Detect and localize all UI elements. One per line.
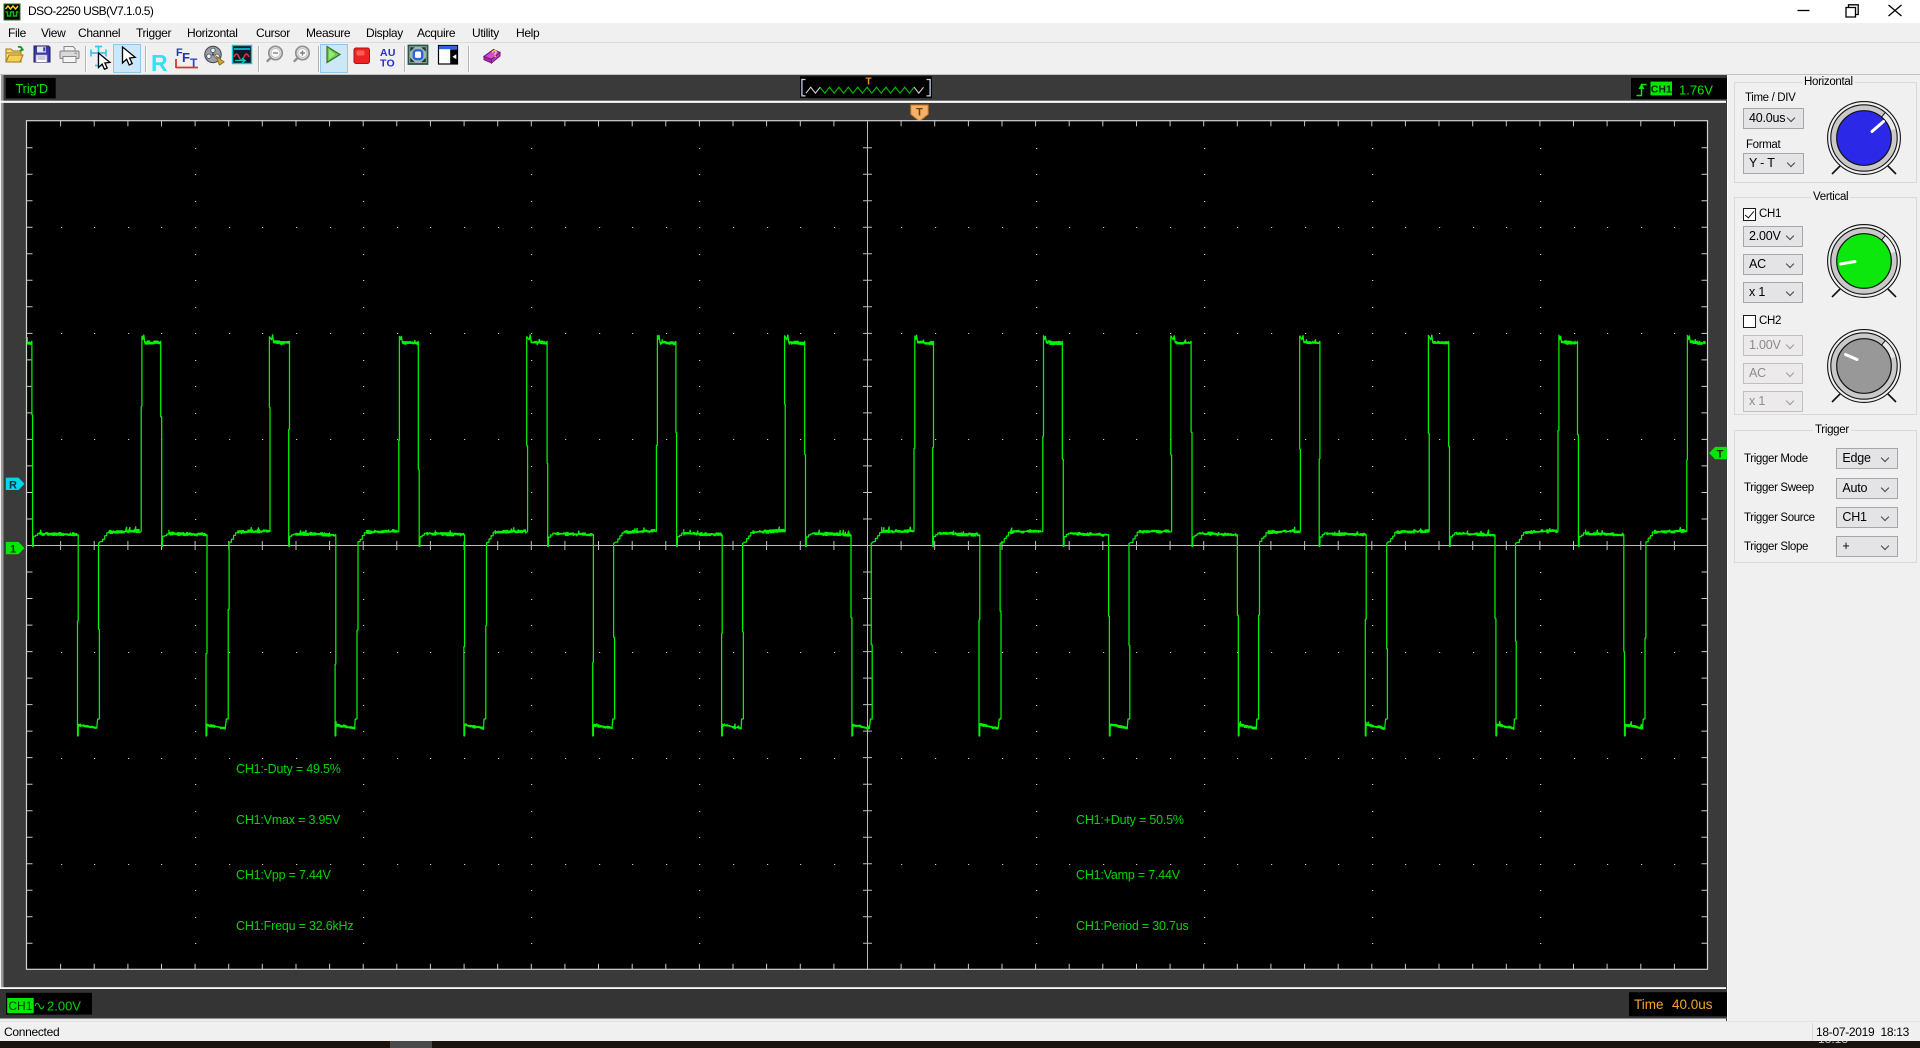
svg-text:CH1:-Duty = 49.5%: CH1:-Duty = 49.5% [236,762,341,776]
svg-text:T: T [866,77,872,88]
svg-text:2.00V: 2.00V [47,999,81,1014]
svg-text:CH1:Frequ = 32.6kHz: CH1:Frequ = 32.6kHz [236,919,353,933]
svg-text:CH1:Vpp = 7.44V: CH1:Vpp = 7.44V [236,868,331,882]
svg-text:CH1: CH1 [1651,83,1672,95]
svg-text:TO: TO [380,58,395,70]
svg-text:40.0us: 40.0us [1672,997,1713,1012]
svg-text:F: F [182,50,190,65]
svg-text:T: T [1717,448,1724,460]
svg-text:CH1:+Duty = 50.5%: CH1:+Duty = 50.5% [1076,813,1184,827]
svg-text:R: R [9,479,17,491]
svg-text:?: ? [491,48,500,60]
svg-text:R: R [151,50,168,75]
svg-text:Trig'D: Trig'D [16,82,48,96]
svg-text:CH1:Period = 30.7us: CH1:Period = 30.7us [1076,919,1189,933]
svg-text:1: 1 [10,544,16,556]
svg-text:CH1:Vamp = 7.44V: CH1:Vamp = 7.44V [1076,868,1181,882]
svg-text:1.76V: 1.76V [1679,83,1713,98]
svg-text:Time: Time [1634,997,1664,1012]
svg-text:CH1: CH1 [8,999,32,1013]
svg-text:CH1:Vmax = 3.95V: CH1:Vmax = 3.95V [236,813,341,827]
svg-text:T: T [916,107,923,119]
